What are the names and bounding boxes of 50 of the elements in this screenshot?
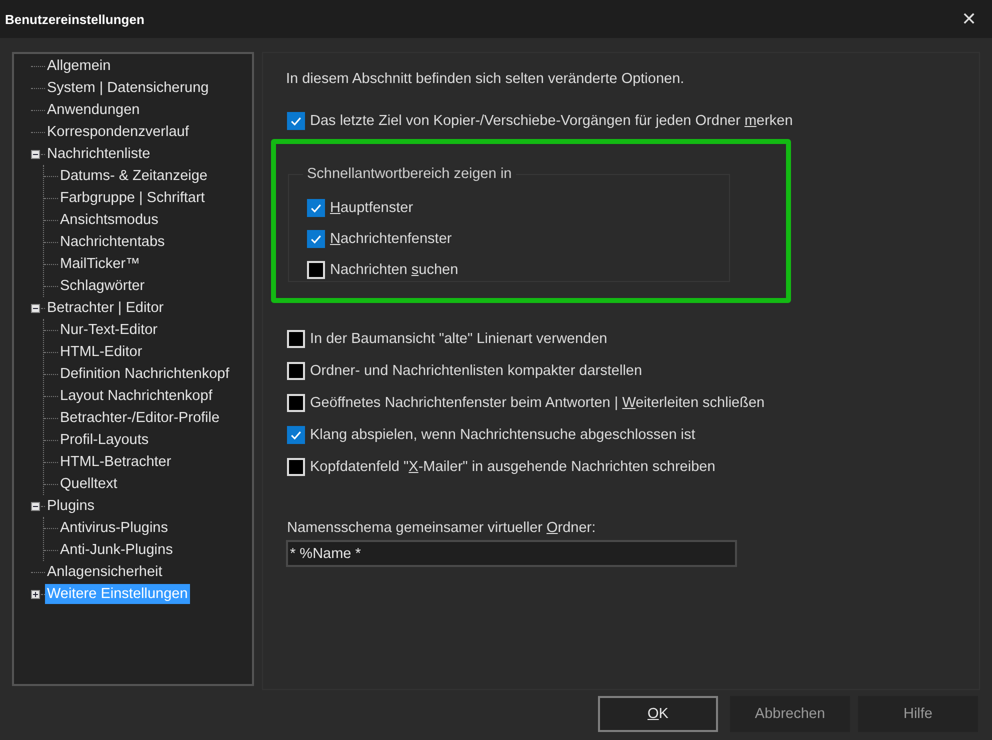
tree-item[interactable]: Anti-Junk-Plugins xyxy=(58,540,175,560)
close-button[interactable]: ✕ xyxy=(946,0,992,38)
tree-item[interactable]: Betrachter-/Editor-Profile xyxy=(58,408,222,428)
checkbox-label: Nachrichtenfenster xyxy=(330,230,452,246)
tree-item[interactable]: Ansichtsmodus xyxy=(58,210,160,230)
tree-item[interactable]: Nur-Text-Editor xyxy=(58,320,160,340)
tree-item[interactable]: Quelltext xyxy=(58,474,120,494)
tree-item[interactable]: System | Datensicherung xyxy=(45,78,211,98)
tree-item[interactable]: Betrachter | Editor xyxy=(45,298,166,318)
checkbox[interactable] xyxy=(287,112,305,130)
checkbox-label: Nachrichten suchen xyxy=(330,262,458,278)
intro-text: In diesem Abschnitt befinden sich selten veränderte Optionen. xyxy=(286,71,686,87)
tree-item[interactable]: HTML-Betrachter xyxy=(58,452,174,472)
dialog-button[interactable]: Hilfe xyxy=(858,696,978,732)
dialog-button[interactable]: Abbrechen xyxy=(730,696,850,732)
collapse-icon[interactable] xyxy=(31,150,40,158)
checkbox-label: In der Baumansicht "alte" Linienart verwenden xyxy=(310,330,608,346)
window-title: Benutzereinstellungen xyxy=(4,12,144,26)
tree-item[interactable]: Antivirus-Plugins xyxy=(58,518,170,538)
tree-item[interactable]: Schlagwörter xyxy=(58,276,147,296)
tree-item[interactable]: Allgemein xyxy=(45,56,113,76)
tree-item[interactable]: MailTicker™ xyxy=(58,254,142,274)
tree-item[interactable]: Nachrichtenliste xyxy=(45,144,152,164)
tree-item[interactable]: Korrespondenzverlauf xyxy=(45,122,191,142)
field-label: Namensschema gemeinsamer virtueller Ordner: xyxy=(287,520,597,536)
tree-item[interactable]: HTML-Editor xyxy=(58,342,144,362)
checkbox[interactable] xyxy=(307,230,325,248)
checkbox-label: Das letzte Ziel von Kopier-/Verschiebe-Vorgängen für jeden Ordner merken xyxy=(310,113,793,129)
expand-icon[interactable] xyxy=(31,590,40,598)
tree-item[interactable]: Anlagensicherheit xyxy=(45,562,164,582)
checkbox[interactable] xyxy=(307,198,325,216)
dialog-button[interactable]: OK xyxy=(598,696,718,732)
tree-item[interactable]: Farbgruppe | Schriftart xyxy=(58,188,207,208)
tree-item[interactable]: Profil-Layouts xyxy=(58,430,151,450)
tree-item[interactable]: Layout Nachrichtenkopf xyxy=(58,386,214,406)
checkbox-label: Klang abspielen, wenn Nachrichtensuche abgeschlossen ist xyxy=(310,426,696,442)
collapse-icon[interactable] xyxy=(31,502,40,510)
checkbox-label: Kopfdatenfeld "X-Mailer" in ausgehende Nachrichten schreiben xyxy=(310,458,716,474)
tree-item[interactable]: Anwendungen xyxy=(45,100,142,120)
checkbox-label: Ordner- und Nachrichtenlisten kompakter darstellen xyxy=(310,362,642,378)
checkbox[interactable] xyxy=(287,426,305,444)
tree-item[interactable]: Datums- & Zeitanzeige xyxy=(58,166,210,186)
input-field[interactable]: * %Name * xyxy=(286,540,737,567)
checkbox-label: Geöffnetes Nachrichtenfenster beim Antworten | Weiterleiten schließen xyxy=(310,394,765,410)
checkbox-label: Hauptfenster xyxy=(330,200,414,216)
tree-item[interactable]: Definition Nachrichtenkopf xyxy=(58,364,232,384)
tree-item[interactable]: Plugins xyxy=(45,496,97,516)
tree-item[interactable]: Nachrichtentabs xyxy=(58,232,167,252)
group-title: Schnellantwortbereich zeigen in xyxy=(306,166,513,182)
collapse-icon[interactable] xyxy=(31,304,40,312)
